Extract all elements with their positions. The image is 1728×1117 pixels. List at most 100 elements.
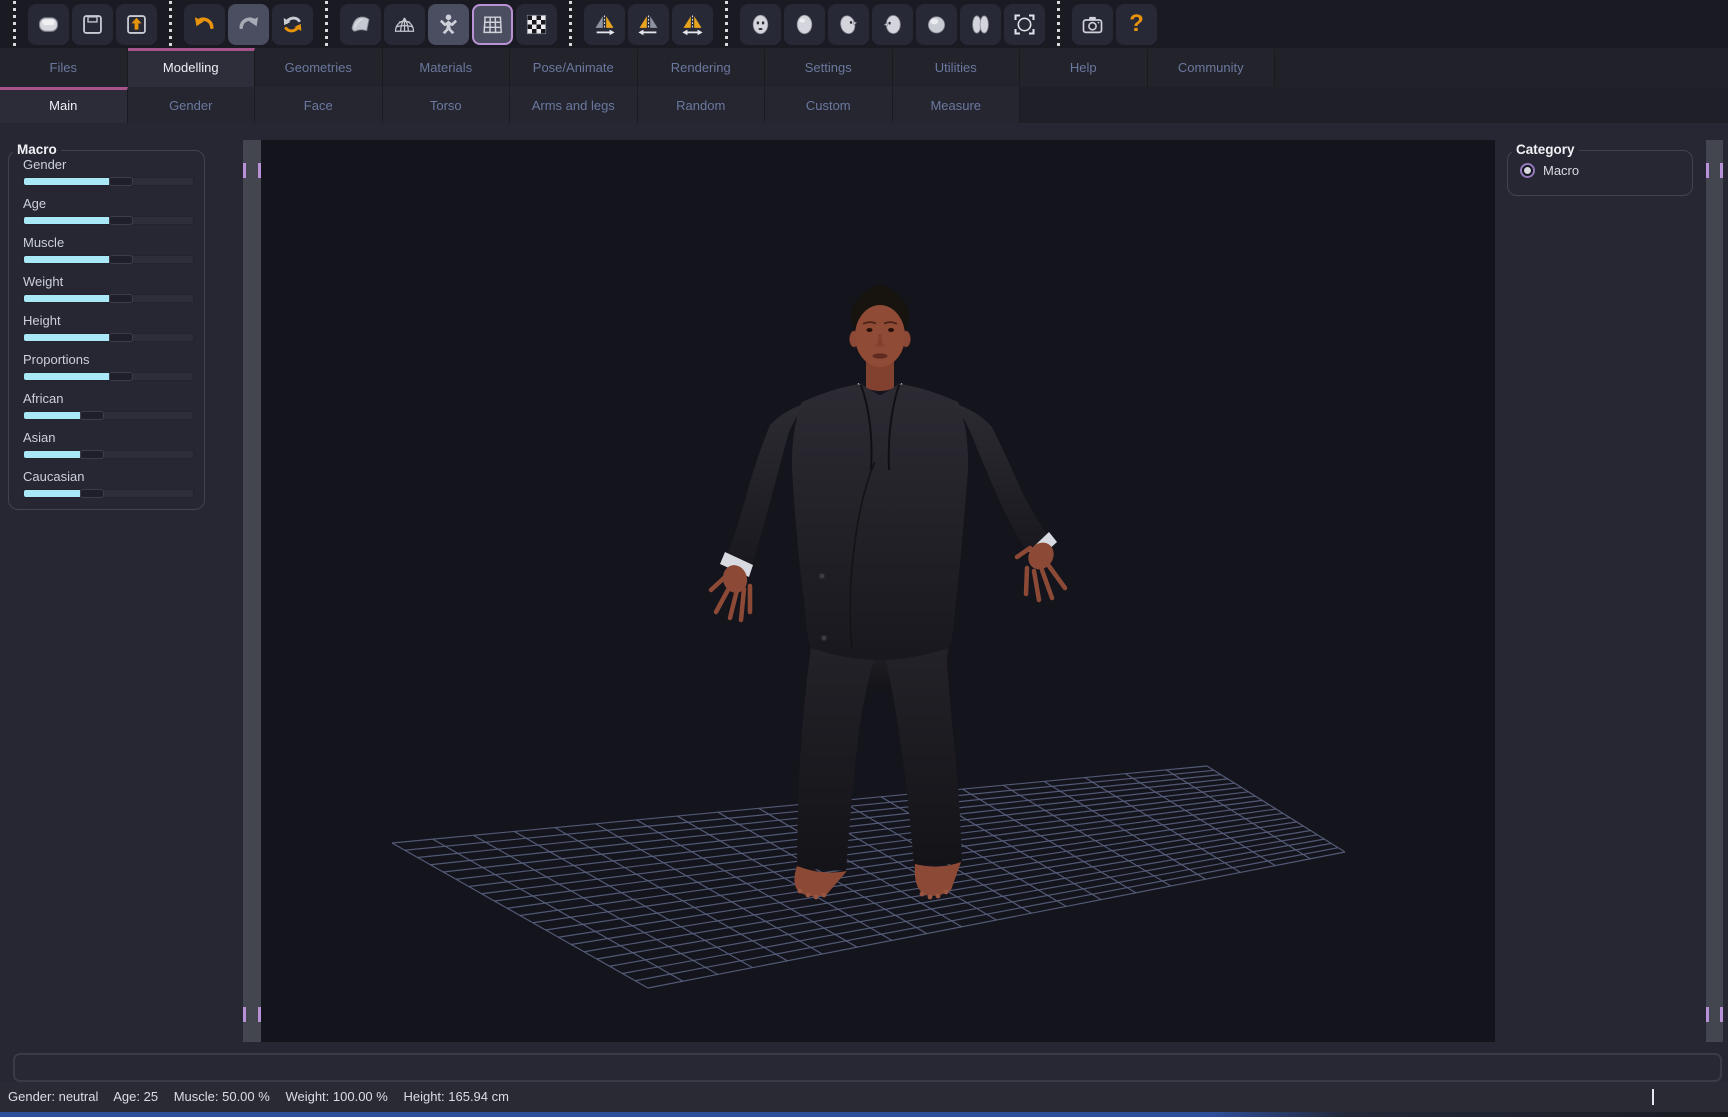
left-panel-splitter[interactable] xyxy=(243,140,261,1042)
slider-handle[interactable] xyxy=(109,333,133,342)
tab-materials[interactable]: Materials xyxy=(383,48,511,87)
muscle-slider[interactable] xyxy=(23,255,194,264)
subtab-face[interactable]: Face xyxy=(255,87,383,123)
status-gender: Gender: neutral xyxy=(8,1089,98,1104)
view-focus-button[interactable] xyxy=(1004,4,1045,45)
tab-files[interactable]: Files xyxy=(0,48,128,87)
slider-handle[interactable] xyxy=(109,216,133,225)
symmetry-right-button[interactable] xyxy=(584,4,625,45)
view-top-button[interactable] xyxy=(916,4,957,45)
head-top-icon xyxy=(923,11,950,38)
subtab-main[interactable]: Main xyxy=(0,87,128,123)
subtab-custom[interactable]: Custom xyxy=(765,87,893,123)
weight-slider[interactable] xyxy=(23,294,194,303)
slider-row-caucasian: Caucasian xyxy=(23,469,194,498)
view-back-button[interactable] xyxy=(784,4,825,45)
slider-fill xyxy=(24,217,109,224)
checkerboard-icon xyxy=(523,11,550,38)
tab-help[interactable]: Help xyxy=(1020,48,1148,87)
skeleton-button[interactable] xyxy=(428,4,469,45)
help-button[interactable]: ? xyxy=(1116,4,1157,45)
slider-row-age: Age xyxy=(23,196,194,225)
slider-handle[interactable] xyxy=(109,255,133,264)
subtab-arms-and-legs[interactable]: Arms and legs xyxy=(510,87,638,123)
view-front-button[interactable] xyxy=(740,4,781,45)
splitter-grip xyxy=(243,1007,261,1022)
3d-viewport[interactable] xyxy=(261,140,1495,1042)
slider-label-weight: Weight xyxy=(23,274,194,289)
grid-button[interactable] xyxy=(472,4,513,45)
proportions-slider[interactable] xyxy=(23,372,194,381)
symmetry-both-icon xyxy=(679,11,706,38)
question-mark-icon: ? xyxy=(1129,12,1144,36)
slider-label-proportions: Proportions xyxy=(23,352,194,367)
toolbar-separator xyxy=(725,1,728,47)
smooth-surface-button[interactable] xyxy=(340,4,381,45)
tab-settings[interactable]: Settings xyxy=(765,48,893,87)
main-tab-bar: Files Modelling Geometries Materials Pos… xyxy=(0,48,1728,87)
african-slider[interactable] xyxy=(23,411,194,420)
tab-pose-animate[interactable]: Pose/Animate xyxy=(510,48,638,87)
symmetry-left-icon xyxy=(635,11,662,38)
slider-handle[interactable] xyxy=(80,411,104,420)
human-figure[interactable] xyxy=(711,285,1065,899)
slider-handle[interactable] xyxy=(109,177,133,186)
slider-row-muscle: Muscle xyxy=(23,235,194,264)
view-right-button[interactable] xyxy=(828,4,869,45)
slider-handle[interactable] xyxy=(109,372,133,381)
tab-community[interactable]: Community xyxy=(1148,48,1276,87)
subtab-random[interactable]: Random xyxy=(638,87,766,123)
skeleton-figure-icon xyxy=(435,11,462,38)
ground-grid xyxy=(392,766,1345,988)
age-slider[interactable] xyxy=(23,216,194,225)
tab-modelling[interactable]: Modelling xyxy=(128,48,256,87)
splitter-grip xyxy=(1706,163,1723,178)
caucasian-slider[interactable] xyxy=(23,489,194,498)
gender-slider[interactable] xyxy=(23,177,194,186)
subtab-torso[interactable]: Torso xyxy=(383,87,511,123)
symmetry-both-button[interactable] xyxy=(672,4,713,45)
slider-label-height: Height xyxy=(23,313,194,328)
text-cursor xyxy=(1652,1089,1654,1105)
category-option-macro[interactable]: Macro xyxy=(1520,163,1579,178)
view-side-by-side-button[interactable] xyxy=(960,4,1001,45)
slider-fill xyxy=(24,334,109,341)
new-button[interactable] xyxy=(28,4,69,45)
load-button[interactable] xyxy=(116,4,157,45)
redo-button[interactable] xyxy=(228,4,269,45)
asian-slider[interactable] xyxy=(23,450,194,459)
toolbar: ? xyxy=(0,0,1728,48)
radio-button-selected[interactable] xyxy=(1520,163,1535,178)
smooth-surface-icon xyxy=(347,11,374,38)
macro-panel-title: Macro xyxy=(13,142,61,157)
undo-button[interactable] xyxy=(184,4,225,45)
slider-handle[interactable] xyxy=(109,294,133,303)
subtab-gender[interactable]: Gender xyxy=(128,87,256,123)
symmetry-left-button[interactable] xyxy=(628,4,669,45)
wireframe-button[interactable] xyxy=(384,4,425,45)
tab-rendering[interactable]: Rendering xyxy=(638,48,766,87)
slider-handle[interactable] xyxy=(80,489,104,498)
subtab-measure[interactable]: Measure xyxy=(893,87,1021,123)
radio-dot xyxy=(1524,167,1531,174)
background-button[interactable] xyxy=(516,4,557,45)
splitter-grip xyxy=(243,163,261,178)
slider-row-gender: Gender xyxy=(23,157,194,186)
save-button[interactable] xyxy=(72,4,113,45)
right-panel-splitter[interactable] xyxy=(1706,140,1723,1042)
grab-screenshot-button[interactable] xyxy=(1072,4,1113,45)
height-slider[interactable] xyxy=(23,333,194,342)
toolbar-separator xyxy=(325,1,328,47)
radio-label: Macro xyxy=(1543,163,1579,178)
reload-button[interactable] xyxy=(272,4,313,45)
tab-utilities[interactable]: Utilities xyxy=(893,48,1021,87)
slider-handle[interactable] xyxy=(80,450,104,459)
slider-row-african: African xyxy=(23,391,194,420)
view-left-button[interactable] xyxy=(872,4,913,45)
slider-fill xyxy=(24,256,109,263)
sub-tab-bar: Main Gender Face Torso Arms and legs Ran… xyxy=(0,87,1728,123)
slider-fill xyxy=(24,373,109,380)
slider-fill xyxy=(24,490,80,497)
tab-geometries[interactable]: Geometries xyxy=(255,48,383,87)
slider-label-asian: Asian xyxy=(23,430,194,445)
